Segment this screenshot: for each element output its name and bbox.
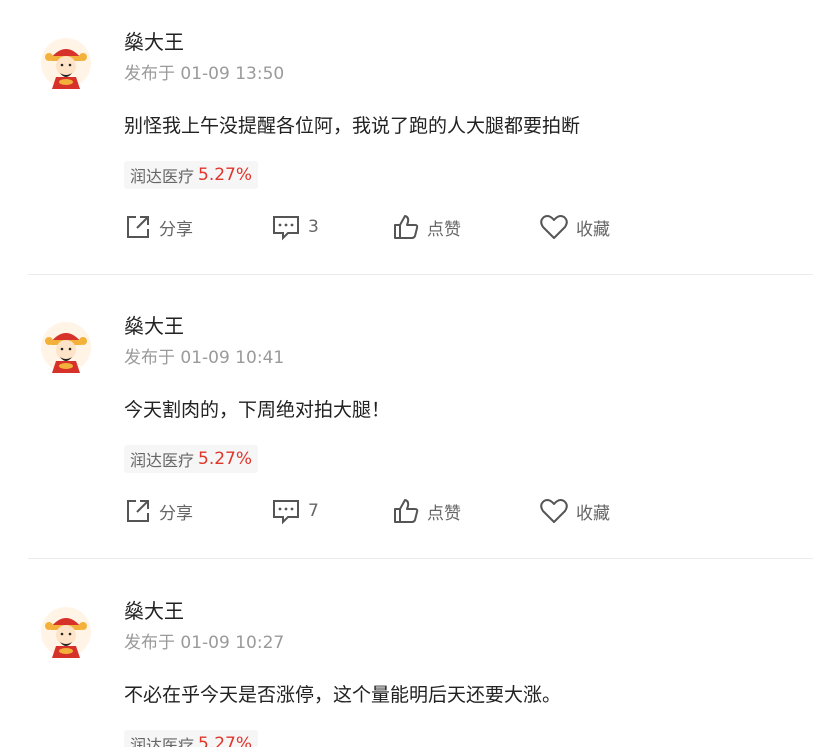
author-name[interactable]: 燊大王 [124,313,184,339]
post-time: 发布于 01-09 10:41 [124,348,285,368]
thumbs-up-icon [392,213,420,241]
share-button[interactable]: 分享 [124,212,193,242]
post-divider [28,558,813,559]
stock-name: 润达医疗 [130,451,195,470]
thumbs-up-icon [392,497,420,525]
post-content[interactable]: 别怪我上午没提醒各位阿，我说了跑的人大腿都要拍断 [124,112,580,140]
stock-name: 润达医疗 [130,167,195,186]
share-icon [124,213,152,241]
stock-tag[interactable]: 润达医疗 5.27% [124,161,259,189]
comment-icon [271,213,301,241]
post-time: 发布于 01-09 10:27 [124,633,285,653]
stock-change: 5.27% [198,165,253,185]
post-time: 发布于 01-09 13:50 [124,64,285,84]
god-of-wealth-avatar-icon[interactable] [40,37,92,89]
author-name[interactable]: 燊大王 [124,598,184,624]
post-card: 燊大王 发布于 01-09 10:27 不必在乎今天是否涨停，这个量能明后天还要… [0,569,813,747]
comment-count: 3 [308,217,319,237]
post-divider [28,274,813,275]
god-of-wealth-avatar-icon[interactable] [40,321,92,373]
like-label: 点赞 [427,219,461,240]
like-button[interactable]: 点赞 [392,212,461,242]
stock-tag[interactable]: 润达医疗 5.27% [124,445,259,473]
post-card: 燊大王 发布于 01-09 10:41 今天割肉的，下周绝对拍大腿！ 润达医疗 … [0,284,813,568]
share-label: 分享 [159,503,193,524]
stock-change: 5.27% [198,449,253,469]
heart-icon [539,213,569,241]
comment-count: 7 [308,501,319,521]
share-button[interactable]: 分享 [124,496,193,526]
favorite-label: 收藏 [576,503,610,524]
stock-change: 5.27% [198,734,253,747]
comment-icon [271,497,301,525]
author-name[interactable]: 燊大王 [124,29,184,55]
like-label: 点赞 [427,503,461,524]
favorite-label: 收藏 [576,219,610,240]
favorite-button[interactable]: 收藏 [539,212,610,242]
post-content[interactable]: 今天割肉的，下周绝对拍大腿！ [124,396,390,424]
heart-icon [539,497,569,525]
comment-button[interactable]: 3 [271,212,319,242]
post-content[interactable]: 不必在乎今天是否涨停，这个量能明后天还要大涨。 [124,681,561,709]
comment-button[interactable]: 7 [271,496,319,526]
post-card: 燊大王 发布于 01-09 13:50 别怪我上午没提醒各位阿，我说了跑的人大腿… [0,0,813,284]
share-label: 分享 [159,219,193,240]
share-icon [124,497,152,525]
favorite-button[interactable]: 收藏 [539,496,610,526]
like-button[interactable]: 点赞 [392,496,461,526]
god-of-wealth-avatar-icon[interactable] [40,606,92,658]
stock-name: 润达医疗 [130,736,195,747]
stock-tag[interactable]: 润达医疗 5.27% [124,730,259,747]
